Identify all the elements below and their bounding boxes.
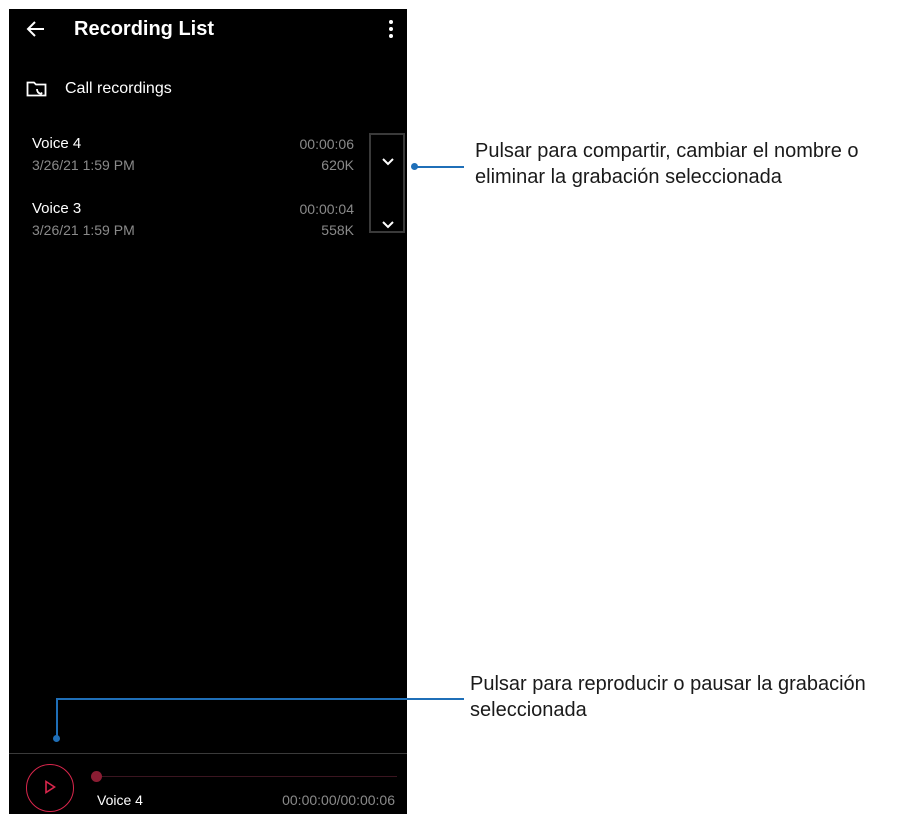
chevron-down-icon[interactable] <box>378 155 398 169</box>
back-arrow-icon[interactable] <box>25 16 47 42</box>
chevron-down-icon[interactable] <box>378 218 398 232</box>
recording-size: 558K <box>321 222 354 238</box>
recording-date: 3/26/21 1:59 PM <box>32 157 135 173</box>
recording-row[interactable]: Voice 3 3/26/21 1:59 PM 00:00:04 558K <box>9 198 364 250</box>
recording-date: 3/26/21 1:59 PM <box>32 222 135 238</box>
phone-screen: Recording List Call recordings Voice 4 3… <box>9 9 407 814</box>
player-time: 00:00:00/00:00:06 <box>282 792 395 808</box>
divider <box>9 753 407 754</box>
callout-dot-share <box>411 163 418 170</box>
play-button[interactable] <box>26 764 74 812</box>
player-recording-name: Voice 4 <box>97 792 143 808</box>
callout-line-play-h <box>56 698 464 700</box>
recording-row[interactable]: Voice 4 3/26/21 1:59 PM 00:00:06 620K <box>9 133 364 185</box>
recording-size: 620K <box>321 157 354 173</box>
recording-options-group <box>369 133 405 233</box>
call-recordings-folder[interactable]: Call recordings <box>65 79 172 99</box>
progress-thumb[interactable] <box>91 771 102 782</box>
page-title: Recording List <box>74 18 215 40</box>
callout-line-share <box>414 166 464 168</box>
more-vert-icon[interactable] <box>381 16 401 42</box>
callout-dot-play <box>53 735 60 742</box>
progress-track[interactable] <box>97 776 397 777</box>
recording-name: Voice 4 <box>32 135 82 152</box>
callout-line-play-v <box>56 698 58 738</box>
annotation-play-line1: Pulsar para reproducir o pausar la graba… <box>470 673 866 695</box>
recording-duration: 00:00:04 <box>299 201 355 217</box>
annotation-share-line1: Pulsar para compartir, cambiar el nombre… <box>475 140 859 162</box>
annotation-share-line2: eliminar la grabación seleccionada <box>475 166 782 188</box>
recording-duration: 00:00:06 <box>299 136 355 152</box>
recording-name: Voice 3 <box>32 200 82 217</box>
play-icon <box>45 780 56 794</box>
annotation-play-line2: seleccionada <box>470 699 587 721</box>
folder-call-icon <box>26 80 48 98</box>
